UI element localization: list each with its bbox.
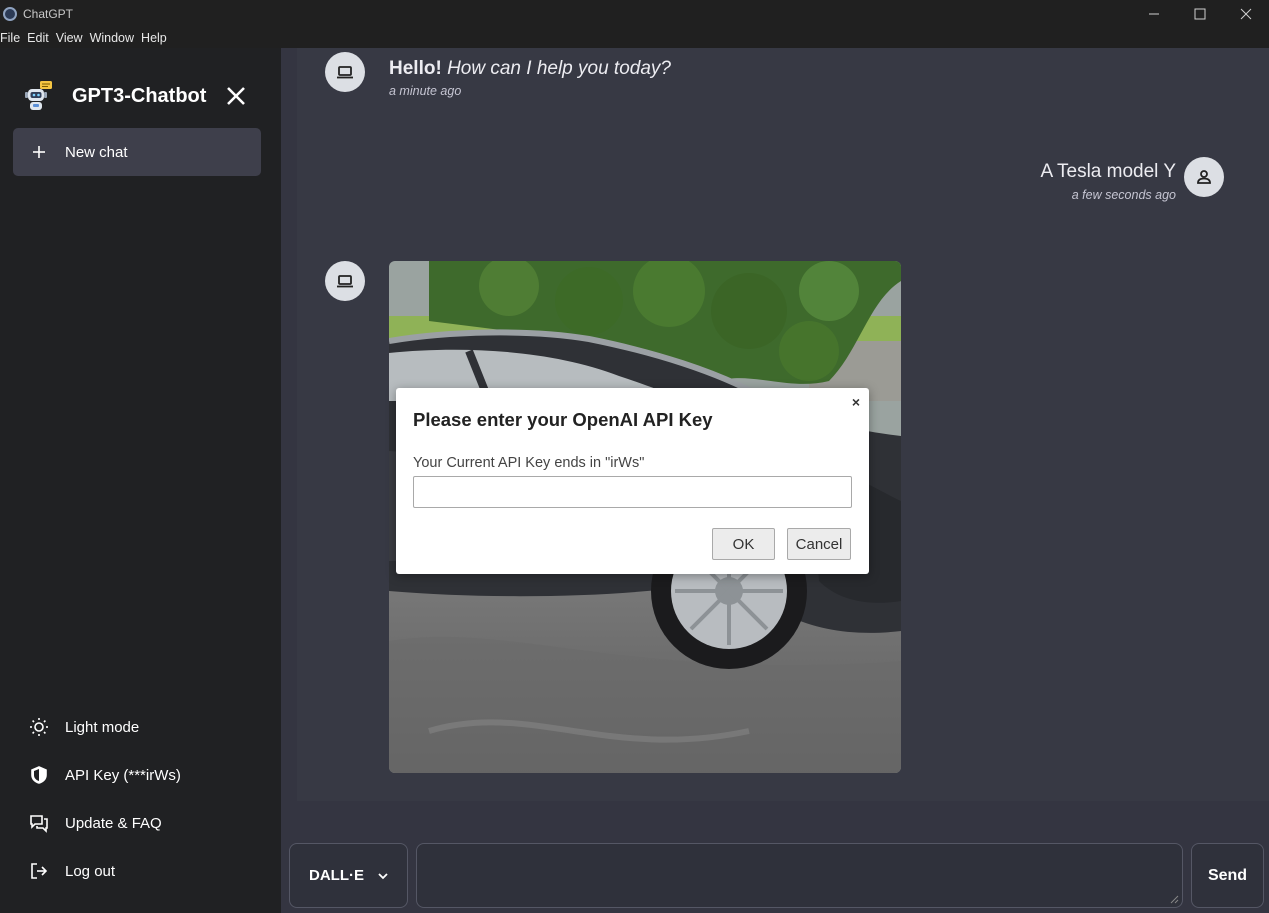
plus-icon xyxy=(33,146,45,158)
close-icon xyxy=(1240,8,1252,19)
ok-button[interactable]: OK xyxy=(712,528,775,560)
bot-avatar xyxy=(325,261,365,301)
person-icon xyxy=(1197,170,1211,184)
sidebar-item-label: Update & FAQ xyxy=(65,814,162,832)
sidebar-item-label: Log out xyxy=(65,862,116,880)
message-timestamp: a few seconds ago xyxy=(1071,188,1176,202)
api-key-dialog: × Please enter your OpenAI API Key Your … xyxy=(396,388,869,574)
model-select-value: DALL·E xyxy=(309,867,364,884)
menu-file[interactable]: File xyxy=(0,31,25,45)
maximize-button[interactable] xyxy=(1177,0,1223,27)
prompt-input[interactable] xyxy=(416,843,1183,908)
logout-icon xyxy=(29,861,49,881)
sidebar-item-label: Light mode xyxy=(65,718,140,736)
prompt-textarea[interactable] xyxy=(417,844,1182,907)
chevron-down-icon xyxy=(378,872,388,879)
sidebar-item-light-mode[interactable]: Light mode xyxy=(0,703,281,751)
shield-icon xyxy=(29,765,49,785)
message-text: How can I help you today? xyxy=(447,58,671,79)
model-select[interactable]: DALL·E xyxy=(289,843,408,908)
chat-bubbles-icon xyxy=(29,813,49,833)
greeting-text: Hello! xyxy=(389,58,442,79)
sidebar-item-update-faq[interactable]: Update & FAQ xyxy=(0,799,281,847)
send-button[interactable]: Send xyxy=(1191,843,1264,908)
minimize-icon xyxy=(1149,13,1159,14)
new-chat-label: New chat xyxy=(65,143,128,161)
menu-bar: File Edit View Window Help xyxy=(0,27,1269,48)
user-message: A Tesla model Y xyxy=(1040,161,1176,182)
sun-icon xyxy=(29,717,49,737)
bot-message: Hello! How can I help you today? xyxy=(389,58,671,80)
close-sidebar-button[interactable] xyxy=(224,84,248,108)
laptop-icon xyxy=(337,275,353,288)
composer: DALL·E Send xyxy=(281,801,1269,913)
sidebar-menu: Light mode API Key (***irWs) Update & FA… xyxy=(0,703,281,895)
new-chat-button[interactable]: New chat xyxy=(13,128,261,176)
sidebar: GPT3-Chatbot New chat Light mode API Key… xyxy=(0,48,281,913)
laptop-icon xyxy=(337,66,353,79)
close-icon xyxy=(227,87,245,105)
robot-logo-icon xyxy=(25,81,52,110)
dialog-label: Your Current API Key ends in "irWs" xyxy=(413,455,645,471)
minimize-button[interactable] xyxy=(1131,0,1177,27)
menu-view[interactable]: View xyxy=(56,31,88,45)
brand: GPT3-Chatbot xyxy=(22,80,206,112)
cancel-button[interactable]: Cancel xyxy=(787,528,851,560)
menu-window[interactable]: Window xyxy=(90,31,139,45)
bot-avatar xyxy=(325,52,365,92)
dialog-title: Please enter your OpenAI API Key xyxy=(413,409,713,430)
api-key-input[interactable] xyxy=(413,476,852,508)
menu-help[interactable]: Help xyxy=(141,31,172,45)
app-icon xyxy=(3,6,17,21)
close-window-button[interactable] xyxy=(1223,0,1269,27)
title-bar: ChatGPT xyxy=(0,0,1269,27)
user-avatar xyxy=(1184,157,1224,197)
message-timestamp: a minute ago xyxy=(389,84,462,98)
app-name: GPT3-Chatbot xyxy=(72,84,207,107)
maximize-icon xyxy=(1194,8,1206,19)
window-title: ChatGPT xyxy=(23,6,74,21)
resize-grip-icon[interactable] xyxy=(1170,895,1179,904)
sidebar-item-logout[interactable]: Log out xyxy=(0,847,281,895)
window-controls xyxy=(1131,0,1269,27)
sidebar-item-label: API Key (***irWs) xyxy=(65,766,181,784)
menu-edit[interactable]: Edit xyxy=(27,31,54,45)
sidebar-item-api-key[interactable]: API Key (***irWs) xyxy=(0,751,281,799)
dialog-close-button[interactable]: × xyxy=(852,394,860,410)
